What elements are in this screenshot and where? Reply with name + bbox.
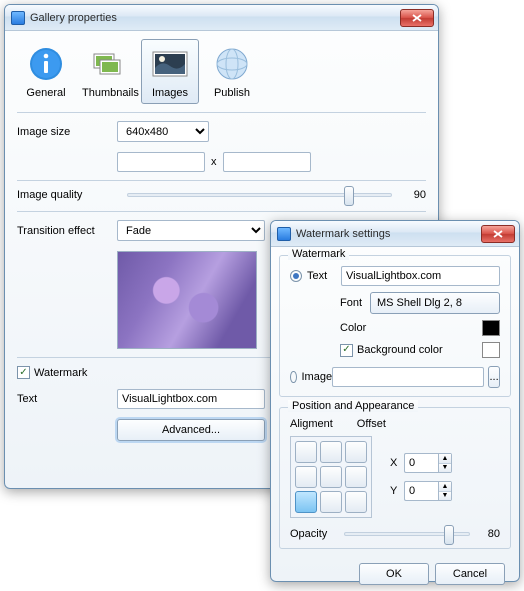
- image-radio[interactable]: [290, 371, 297, 383]
- tab-label: General: [20, 87, 72, 99]
- separator: [17, 112, 426, 113]
- x-label: x: [211, 156, 217, 168]
- info-icon: [26, 44, 66, 84]
- app-icon: [11, 11, 25, 25]
- offset-x-spinner[interactable]: ▲▼: [404, 453, 452, 473]
- watermark-text-input[interactable]: [117, 389, 265, 409]
- group-label: Position and Appearance: [288, 400, 418, 412]
- up-arrow-icon[interactable]: ▲: [439, 454, 451, 464]
- watermark-group: Watermark Text Font MS Shell Dlg 2, 8 Co…: [279, 255, 511, 397]
- watermark-settings-window: Watermark settings Watermark Text Font M…: [270, 220, 520, 582]
- slider-thumb[interactable]: [344, 186, 354, 206]
- bgcolor-label: Background color: [357, 344, 443, 356]
- align-ml[interactable]: [295, 466, 317, 488]
- quality-slider[interactable]: [127, 193, 392, 197]
- opacity-slider[interactable]: [344, 532, 470, 536]
- text-radio-label: Text: [307, 270, 341, 282]
- opacity-label: Opacity: [290, 528, 334, 540]
- tab-label: Images: [144, 87, 196, 99]
- transition-preview: [117, 251, 257, 349]
- tab-label: Publish: [206, 87, 258, 99]
- alignment-grid: [290, 436, 372, 518]
- close-icon: [412, 14, 422, 22]
- image-quality-label: Image quality: [17, 189, 117, 201]
- images-icon: [150, 44, 190, 84]
- watermark-checkbox[interactable]: [17, 366, 30, 379]
- align-mr[interactable]: [345, 466, 367, 488]
- globe-icon: [212, 44, 252, 84]
- width-input[interactable]: [117, 152, 205, 172]
- alignment-label: Aligment: [290, 418, 333, 430]
- dialog-buttons: OK Cancel: [279, 559, 511, 587]
- advanced-button[interactable]: Advanced...: [117, 419, 265, 441]
- close-button[interactable]: [481, 225, 515, 243]
- transition-select[interactable]: Fade: [117, 220, 265, 241]
- align-bl[interactable]: [295, 491, 317, 513]
- align-bc[interactable]: [320, 491, 342, 513]
- color-swatch[interactable]: [482, 320, 500, 336]
- image-size-label: Image size: [17, 126, 117, 138]
- separator: [17, 180, 426, 181]
- up-arrow-icon[interactable]: ▲: [439, 482, 451, 492]
- opacity-value: 80: [480, 528, 500, 540]
- down-arrow-icon[interactable]: ▼: [439, 492, 451, 501]
- tab-bar: General Thumbnails Images Publish: [17, 39, 426, 104]
- watermark-label: Watermark: [34, 367, 87, 379]
- transition-label: Transition effect: [17, 225, 117, 237]
- image-size-select[interactable]: 640x480: [117, 121, 209, 142]
- thumbnails-icon: [88, 44, 128, 84]
- dimensions-row: x: [117, 152, 426, 172]
- font-button[interactable]: MS Shell Dlg 2, 8: [370, 292, 500, 314]
- bgcolor-checkbox[interactable]: [340, 344, 353, 357]
- group-label: Watermark: [288, 248, 349, 260]
- separator: [17, 211, 426, 212]
- quality-value: 90: [402, 189, 426, 201]
- down-arrow-icon[interactable]: ▼: [439, 464, 451, 473]
- titlebar[interactable]: Watermark settings: [271, 221, 519, 247]
- close-button[interactable]: [400, 9, 434, 27]
- font-label: Font: [340, 297, 370, 309]
- titlebar[interactable]: Gallery properties: [5, 5, 438, 31]
- text-radio[interactable]: [290, 270, 302, 282]
- align-tl[interactable]: [295, 441, 317, 463]
- tab-publish[interactable]: Publish: [203, 39, 261, 104]
- align-tr[interactable]: [345, 441, 367, 463]
- browse-button[interactable]: ...: [488, 366, 500, 388]
- align-mc[interactable]: [320, 466, 342, 488]
- slider-thumb[interactable]: [444, 525, 454, 545]
- x-label: X: [390, 457, 404, 469]
- align-tc[interactable]: [320, 441, 342, 463]
- close-icon: [493, 230, 503, 238]
- wm-image-input[interactable]: [332, 367, 484, 387]
- ok-button[interactable]: OK: [359, 563, 429, 585]
- align-br[interactable]: [345, 491, 367, 513]
- y-label: Y: [390, 485, 404, 497]
- wm-text-input[interactable]: [341, 266, 500, 286]
- window-title: Watermark settings: [296, 228, 481, 240]
- text-label: Text: [17, 393, 117, 405]
- tab-label: Thumbnails: [82, 87, 134, 99]
- tab-images[interactable]: Images: [141, 39, 199, 104]
- app-icon: [277, 227, 291, 241]
- position-group: Position and Appearance Aligment Offset: [279, 407, 511, 549]
- offset-label: Offset: [357, 418, 386, 430]
- offset-y-spinner[interactable]: ▲▼: [404, 481, 452, 501]
- window-title: Gallery properties: [30, 12, 400, 24]
- color-label: Color: [340, 322, 370, 334]
- image-radio-label: Image: [302, 371, 333, 383]
- height-input[interactable]: [223, 152, 311, 172]
- tab-thumbnails[interactable]: Thumbnails: [79, 39, 137, 104]
- bgcolor-swatch[interactable]: [482, 342, 500, 358]
- cancel-button[interactable]: Cancel: [435, 563, 505, 585]
- tab-general[interactable]: General: [17, 39, 75, 104]
